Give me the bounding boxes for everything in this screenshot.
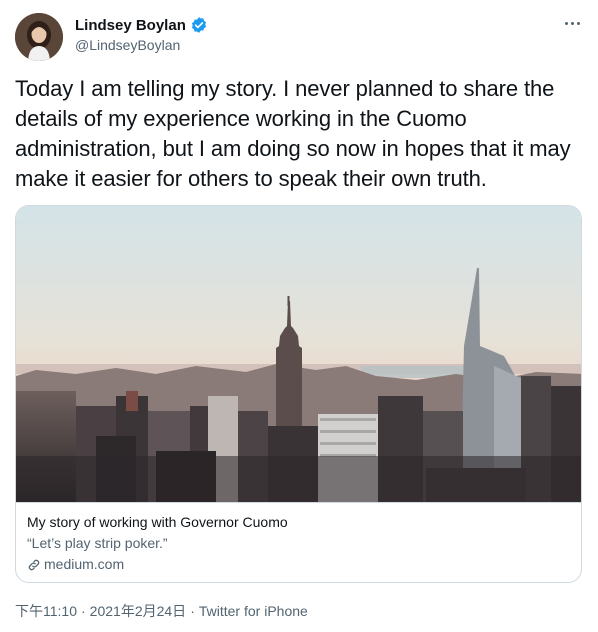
author-handle[interactable]: @LindseyBoylan	[75, 37, 180, 53]
card-description: “Let’s play strip poker.”	[27, 535, 168, 551]
card-title[interactable]: My story of working with Governor Cuomo	[27, 513, 570, 532]
meta-separator-2: ·	[190, 603, 195, 619]
author-display-name[interactable]: Lindsey Boylan	[75, 17, 186, 34]
tweet-text: Today I am telling my story. I never pla…	[15, 76, 571, 191]
link-preview-card[interactable]: My story of working with Governor Cuomo …	[15, 205, 582, 583]
link-icon	[27, 558, 41, 572]
card-domain-row[interactable]: medium.com	[27, 555, 570, 574]
more-dots-icon[interactable]	[560, 14, 584, 32]
tweet-date[interactable]: 2021年2月24日	[90, 601, 187, 621]
card-image[interactable]	[16, 206, 581, 502]
avatar[interactable]	[15, 13, 63, 61]
avatar-image	[15, 13, 63, 61]
tweet-source[interactable]: Twitter for iPhone	[199, 603, 308, 619]
tweet[interactable]: Lindsey Boylan @LindseyBoylan Today I am…	[0, 0, 598, 632]
verified-badge-icon	[190, 16, 208, 34]
card-domain: medium.com	[44, 556, 125, 572]
tweet-meta: 下午11:10 · 2021年2月24日 · Twitter for iPhon…	[15, 601, 308, 621]
meta-separator: ·	[81, 603, 86, 619]
tweet-time[interactable]: 下午11:10	[15, 601, 77, 621]
